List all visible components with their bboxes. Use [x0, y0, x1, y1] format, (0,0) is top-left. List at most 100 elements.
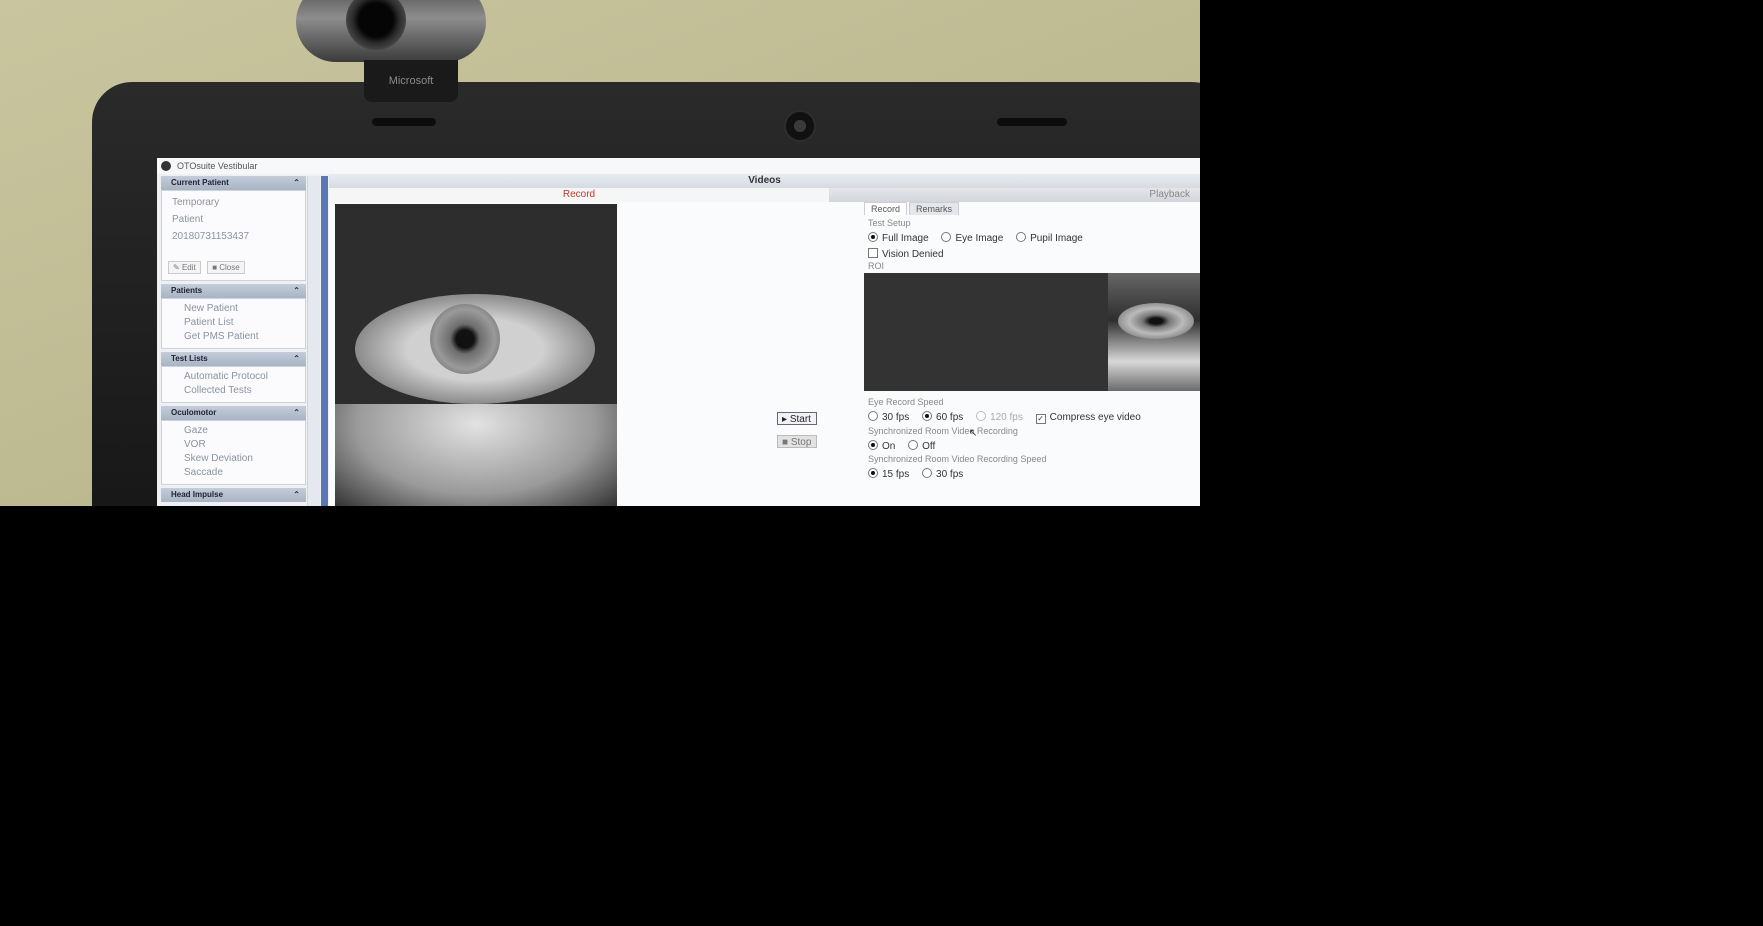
compress-eye-video-checkbox[interactable]: ✓ Compress eye video: [1035, 412, 1141, 424]
mouse-cursor-icon: ↖: [969, 428, 978, 439]
sidebar-item-collected-tests[interactable]: Collected Tests: [162, 384, 305, 398]
settings-panel: Record Remarks Test Setup Full Image Eye …: [864, 202, 1200, 506]
sync-speed-options: 15 fps 30 fps: [868, 468, 1200, 480]
section-oculomotor[interactable]: Oculomotor ⌃: [161, 406, 306, 420]
stop-button[interactable]: ■ Stop: [777, 435, 817, 448]
main-panel: Videos Record Playback ▸ Start ■ Stop Re…: [329, 174, 1200, 506]
fps-30-radio[interactable]: 30 fps: [868, 411, 909, 423]
chevron-up-icon[interactable]: ⌃: [293, 352, 300, 366]
chevron-up-icon[interactable]: ⌃: [293, 284, 300, 298]
sidebar-item-gaze[interactable]: Gaze: [162, 424, 305, 438]
bezel-slot: [997, 118, 1067, 126]
tab-remarks[interactable]: Remarks: [909, 202, 960, 215]
section-label: Patients: [171, 286, 203, 295]
splitter-bar[interactable]: [321, 176, 328, 506]
title-bar: OTOsuite Vestibular: [157, 158, 1200, 174]
app-window: OTOsuite Vestibular Current Patient ⌃ Te…: [157, 158, 1200, 506]
start-button[interactable]: ▸ Start: [777, 412, 817, 425]
option-label: On: [882, 441, 896, 452]
section-test-lists[interactable]: Test Lists ⌃: [161, 352, 306, 366]
section-label: Test Lists: [171, 354, 208, 363]
radio-selected-icon: [868, 468, 878, 478]
eye-video-feed: [335, 204, 617, 506]
chevron-up-icon[interactable]: ⌃: [293, 406, 300, 420]
radio-selected-icon: [868, 440, 878, 450]
section-patients[interactable]: Patients ⌃: [161, 284, 306, 298]
sidebar-item-vor[interactable]: VOR: [162, 438, 305, 452]
option-label: Off: [922, 441, 936, 452]
chevron-up-icon[interactable]: ⌃: [293, 176, 300, 190]
sidebar-item-skew-deviation[interactable]: Skew Deviation: [162, 452, 305, 466]
checkbox-icon: [868, 248, 878, 258]
webcam-lens-icon: [346, 0, 406, 50]
eye-image-radio[interactable]: Eye Image: [941, 232, 1003, 244]
sync-recording-label: Synchronized Room Video Recording: [868, 426, 1018, 436]
test-lists-body: Automatic Protocol Collected Tests: [161, 366, 306, 403]
sync-on-radio[interactable]: On: [868, 440, 895, 452]
test-setup-label: Test Setup: [868, 218, 911, 228]
checkbox-checked-icon: ✓: [1035, 414, 1046, 424]
option-label: 15 fps: [882, 469, 910, 480]
radio-icon: [976, 411, 987, 421]
option-label: 30 fps: [936, 469, 964, 480]
radio-icon: [1016, 232, 1027, 242]
oculomotor-body: Gaze VOR Skew Deviation Saccade: [161, 420, 306, 485]
current-patient-body: Temporary Patient 20180731153437 ✎ Edit …: [161, 190, 306, 281]
eye-record-speed-options: 30 fps 60 fps 120 fps ✓ Compress eye vide…: [868, 411, 1200, 424]
radio-icon: [868, 411, 878, 421]
edit-label: Edit: [181, 263, 196, 272]
videos-header: Videos: [329, 174, 1200, 188]
fps-60-radio[interactable]: 60 fps: [922, 411, 963, 423]
option-label: Vision Denied: [882, 249, 944, 260]
edit-button[interactable]: ✎ Edit: [168, 261, 201, 274]
roi-eye: [1118, 303, 1194, 339]
roi-preview[interactable]: [864, 273, 1200, 391]
section-label: Current Patient: [171, 178, 229, 187]
bezel-slot: [372, 118, 436, 126]
laptop-camera-icon: [784, 110, 816, 142]
close-label: Close: [219, 263, 240, 272]
sidebar-item-automatic-protocol[interactable]: Automatic Protocol: [162, 370, 305, 384]
test-setup-options: Full Image Eye Image Pupil Image: [868, 232, 1200, 244]
option-label: 120 fps: [990, 412, 1023, 423]
iris-image: [430, 304, 500, 374]
patient-id: 20180731153437: [172, 231, 250, 242]
tab-playback[interactable]: Playback: [829, 188, 1200, 202]
option-label: Compress eye video: [1049, 412, 1141, 423]
option-label: 30 fps: [882, 412, 910, 423]
sidebar-item-saccade[interactable]: Saccade: [162, 466, 305, 480]
sync-off-radio[interactable]: Off: [908, 440, 935, 452]
option-label: Pupil Image: [1030, 233, 1083, 244]
vision-denied-checkbox[interactable]: Vision Denied: [868, 248, 1200, 260]
section-head-impulse[interactable]: Head Impulse ⌃: [161, 488, 306, 502]
sync-recording-options: On Off: [868, 440, 1200, 452]
sidebar-item-get-pms-patient[interactable]: Get PMS Patient: [162, 330, 305, 344]
webcam-brand: Microsoft: [364, 60, 458, 102]
close-button[interactable]: ■ Close: [207, 261, 245, 274]
tab-record[interactable]: Record: [329, 188, 829, 202]
sync-speed-label: Synchronized Room Video Recording Speed: [868, 454, 1047, 464]
radio-icon: [908, 440, 919, 450]
radio-selected-icon: [868, 232, 878, 242]
cheek-image: [335, 404, 617, 506]
fps-120-radio[interactable]: 120 fps: [976, 411, 1023, 423]
patients-body: New Patient Patient List Get PMS Patient: [161, 298, 306, 349]
full-image-radio[interactable]: Full Image: [868, 232, 929, 244]
tab-record-settings[interactable]: Record: [864, 202, 908, 215]
section-label: Head Impulse: [171, 490, 224, 499]
patient-first-name: Temporary: [172, 197, 220, 208]
pupil-image-radio[interactable]: Pupil Image: [1016, 232, 1083, 244]
section-current-patient[interactable]: Current Patient ⌃: [161, 176, 306, 190]
sync-fps-15-radio[interactable]: 15 fps: [868, 468, 909, 480]
sidebar-item-patient-list[interactable]: Patient List: [162, 316, 305, 330]
chevron-up-icon[interactable]: ⌃: [293, 488, 300, 502]
sidebar-scrollbar[interactable]: [307, 176, 320, 506]
section-label: Oculomotor: [171, 408, 217, 417]
app-title: OTOsuite Vestibular: [177, 161, 258, 171]
eye-record-speed-label: Eye Record Speed: [868, 397, 944, 407]
stop-label: Stop: [790, 437, 812, 448]
radio-selected-icon: [922, 411, 933, 421]
sidebar-item-new-patient[interactable]: New Patient: [162, 302, 305, 316]
patient-last-name: Patient: [172, 214, 204, 225]
sync-fps-30-radio[interactable]: 30 fps: [922, 468, 963, 480]
